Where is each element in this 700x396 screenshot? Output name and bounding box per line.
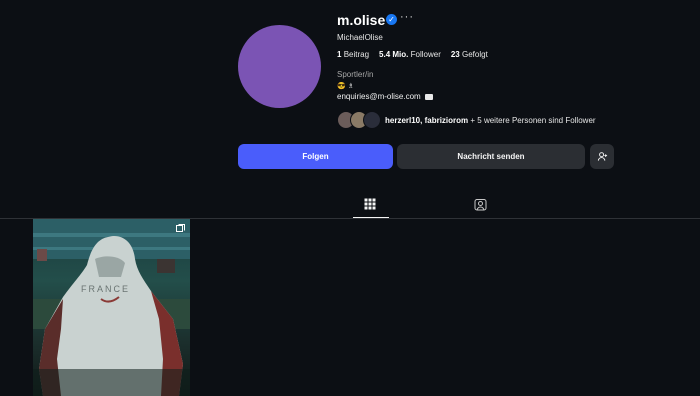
following-count[interactable]: 23 Gefolgt bbox=[451, 50, 488, 59]
multiple-images-icon bbox=[176, 224, 185, 232]
post-image: FRANCE bbox=[33, 219, 190, 396]
followed-by[interactable]: herzerl10, fabriziorom + 5 weitere Perso… bbox=[337, 111, 596, 129]
add-person-icon bbox=[597, 152, 607, 161]
add-person-button[interactable] bbox=[590, 144, 614, 169]
profile-stats: 1 Beitrag 5.4 Mio. Follower 23 Gefolgt bbox=[337, 50, 488, 59]
message-button[interactable]: Nachricht senden bbox=[397, 144, 585, 169]
post-thumbnail[interactable]: FRANCE bbox=[33, 219, 190, 396]
more-options-icon[interactable]: ··· bbox=[400, 11, 414, 23]
profile-full-name: MichaelOlise bbox=[337, 33, 383, 42]
posts-count: 1 Beitrag bbox=[337, 50, 370, 59]
mail-icon bbox=[424, 93, 433, 100]
profile-avatar[interactable] bbox=[238, 25, 321, 108]
contact-email[interactable]: enquiries@m-olise.com bbox=[337, 92, 433, 101]
profile-username: m.olise bbox=[337, 12, 386, 28]
follower-avatar bbox=[363, 111, 381, 129]
bio-emojis: 😎 ♗ bbox=[337, 83, 354, 90]
tagged-person-icon[interactable] bbox=[474, 198, 487, 211]
followed-by-text: herzerl10, fabriziorom + 5 weitere Perso… bbox=[385, 115, 596, 125]
email-text[interactable]: enquiries@m-olise.com bbox=[337, 92, 421, 101]
active-tab-indicator bbox=[353, 217, 389, 218]
profile-category: Sportler/in bbox=[337, 70, 374, 79]
followers-count[interactable]: 5.4 Mio. Follower bbox=[379, 50, 441, 59]
grid-icon[interactable] bbox=[364, 198, 376, 210]
follow-button[interactable]: Folgen bbox=[238, 144, 393, 169]
verified-badge-icon: ✓ bbox=[386, 14, 397, 25]
jacket-text: FRANCE bbox=[81, 284, 130, 294]
